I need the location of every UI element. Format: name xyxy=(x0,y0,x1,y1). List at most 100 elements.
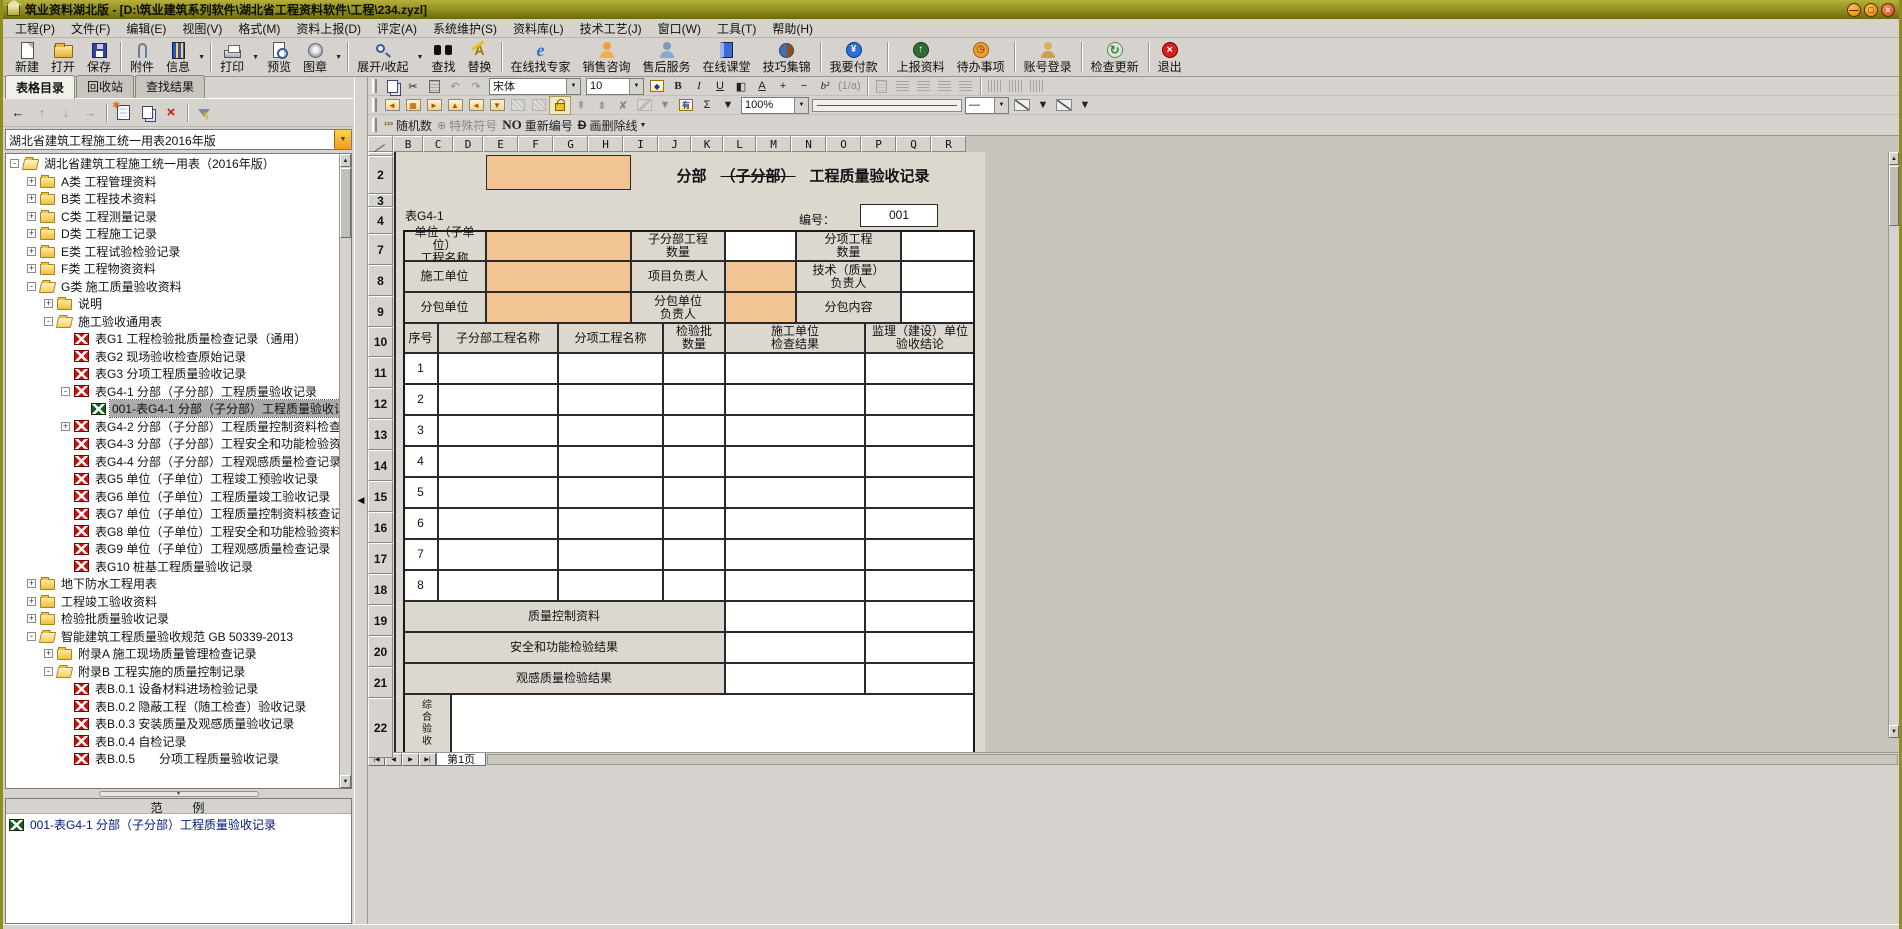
close-button[interactable]: × xyxy=(1881,3,1895,17)
menu-item-格式M[interactable]: 格式(M) xyxy=(230,19,288,38)
column-header-L[interactable]: L xyxy=(723,136,756,152)
column-header-J[interactable]: J xyxy=(658,136,691,152)
打开-button[interactable]: 打开 xyxy=(45,39,81,75)
在线找专家-button[interactable]: e在线找专家 xyxy=(505,39,577,75)
form-table-cell[interactable] xyxy=(558,415,663,446)
tab-查找结果[interactable]: 查找结果 xyxy=(135,75,205,98)
serial-number-cell[interactable]: 1 xyxy=(403,353,438,384)
diagonal-border-dropdown-1-button[interactable]: ▼ xyxy=(1033,97,1053,114)
tree-item[interactable]: -湖北省建筑工程施工统一用表（2016年版） xyxy=(6,155,339,173)
menu-item-编辑E[interactable]: 编辑(E) xyxy=(118,19,174,38)
tree-item[interactable]: -智能建筑工程质量验收规范 GB 50339-2013 xyxy=(6,628,339,646)
chevron-down-icon[interactable]: ▼ xyxy=(637,122,648,129)
form-label-cell[interactable]: 序号 xyxy=(403,323,438,353)
tree-item[interactable]: 表G4-3 分部（子分部）工程安全和功能检验资料核查和 xyxy=(6,435,339,453)
form-table-cell[interactable] xyxy=(438,570,558,601)
new-table-button[interactable] xyxy=(112,102,134,124)
vertical-scrollbar[interactable]: ▲ ▼ xyxy=(1888,152,1899,738)
售后服务-button[interactable]: 售后服务 xyxy=(637,39,697,75)
form-table-cell[interactable] xyxy=(558,477,663,508)
scroll-up-icon[interactable]: ▲ xyxy=(1889,152,1899,165)
替换-button[interactable]: A替换 xyxy=(461,39,497,75)
cell-split-vertical-button[interactable]: ▲ xyxy=(445,97,465,114)
form-table-cell[interactable] xyxy=(663,353,725,384)
row-header-17[interactable]: 17 xyxy=(368,543,393,574)
tree-item[interactable]: -附录B 工程实施的质量控制记录 xyxy=(6,663,339,681)
copy-button[interactable] xyxy=(382,78,402,95)
collapse-icon[interactable]: - xyxy=(27,282,36,291)
form-label-cell[interactable]: 分项工程 数量 xyxy=(796,230,901,261)
form-table-cell[interactable] xyxy=(865,570,975,601)
row-header-21[interactable]: 21 xyxy=(368,667,393,698)
tree-item[interactable]: -表G4-1 分部（子分部）工程质量验收记录 xyxy=(6,383,339,401)
form-label-cell[interactable]: 技术（质量） 负责人 xyxy=(796,261,901,292)
row-header-2[interactable]: 2 xyxy=(368,156,393,194)
tab-回收站[interactable]: 回收站 xyxy=(76,75,134,98)
账号登录-button[interactable]: 账号登录 xyxy=(1018,39,1078,75)
form-table-cell[interactable] xyxy=(865,508,975,539)
scroll-up-icon[interactable]: ▲ xyxy=(340,154,351,167)
cell-split-row-button[interactable]: ▦ xyxy=(403,97,423,114)
tree-item[interactable]: 表G8 单位（子单位）工程安全和功能检验资料核查及主 xyxy=(6,523,339,541)
form-label-cell[interactable]: 观感质量检验结果 xyxy=(403,663,725,694)
form-table-cell[interactable] xyxy=(865,415,975,446)
form-table-cell[interactable] xyxy=(558,508,663,539)
form-table-cell[interactable] xyxy=(558,570,663,601)
查找-button[interactable]: 查找 xyxy=(425,39,461,75)
form-table-cell[interactable] xyxy=(663,384,725,415)
serial-number-cell[interactable]: 8 xyxy=(403,570,438,601)
menu-item-工具T[interactable]: 工具(T) xyxy=(709,19,764,38)
horizontal-scrollbar-track[interactable] xyxy=(487,754,1898,765)
random-number-button[interactable]: ¹²³随机数 xyxy=(382,117,434,134)
form-table-cell[interactable] xyxy=(725,353,865,384)
form-input-cell-orange[interactable] xyxy=(486,261,631,292)
tree-item[interactable]: +工程竣工验收资料 xyxy=(6,593,339,611)
menu-item-评定A[interactable]: 评定(A) xyxy=(369,19,425,38)
last-page-button[interactable]: ▶| xyxy=(419,753,436,766)
tree-item[interactable]: 表B.0.3 安装质量及观感质量验收记录 xyxy=(6,715,339,733)
form-table-cell[interactable] xyxy=(663,508,725,539)
技巧集锦-button[interactable]: 技巧集锦 xyxy=(757,39,817,75)
form-label-cell[interactable]: 综 合 验 收 xyxy=(403,694,451,752)
form-input-cell[interactable] xyxy=(451,694,975,752)
form-table-cell[interactable] xyxy=(865,446,975,477)
tree-item[interactable]: 表G9 单位（子单位）工程观感质量检查记录 xyxy=(6,540,339,558)
expand-icon[interactable]: + xyxy=(44,299,53,308)
collapse-icon[interactable]: - xyxy=(27,632,36,641)
退出-button[interactable]: ×退出 xyxy=(1152,39,1188,75)
tree-item[interactable]: +说明 xyxy=(6,295,339,313)
form-table-cell[interactable] xyxy=(663,570,725,601)
form-table-cell[interactable] xyxy=(725,446,865,477)
superscript-button[interactable]: b² xyxy=(815,78,835,95)
line-style-combo[interactable]: —▼ xyxy=(965,97,1009,114)
renumber-button[interactable]: NO重新编号 xyxy=(500,117,575,134)
menu-item-帮助H[interactable]: 帮助(H) xyxy=(764,19,821,38)
menu-item-视图V[interactable]: 视图(V) xyxy=(174,19,230,38)
template-combo[interactable]: 湖北省建筑工程施工统一用表2016年版 ▼ xyxy=(5,129,352,150)
row-header-20[interactable]: 20 xyxy=(368,636,393,667)
row-header-16[interactable]: 16 xyxy=(368,512,393,543)
serial-number-cell[interactable]: 6 xyxy=(403,508,438,539)
expand-icon[interactable]: + xyxy=(27,614,36,623)
tree-item[interactable]: 表B.0.1 设备材料进场检验记录 xyxy=(6,680,339,698)
保存-button[interactable]: 保存 xyxy=(81,39,117,75)
检查更新-button[interactable]: ↻检查更新 xyxy=(1085,39,1145,75)
form-label-cell[interactable]: 质量控制资料 xyxy=(403,601,725,632)
column-header-R[interactable]: R xyxy=(931,136,966,152)
column-header-E[interactable]: E xyxy=(483,136,518,152)
tree-item[interactable]: +F类 工程物资资料 xyxy=(6,260,339,278)
我要付款-button[interactable]: ¥我要付款 xyxy=(824,39,884,75)
sum-dropdown-button[interactable]: ▼ xyxy=(718,97,738,114)
销售咨询-button[interactable]: 销售咨询 xyxy=(577,39,637,75)
menu-item-窗口W[interactable]: 窗口(W) xyxy=(650,19,709,38)
serial-number-cell[interactable]: 7 xyxy=(403,539,438,570)
collapse-icon[interactable]: - xyxy=(44,317,53,326)
menu-item-技术工艺J[interactable]: 技术工艺(J) xyxy=(572,19,650,38)
form-input-cell[interactable] xyxy=(865,601,975,632)
row-header-11[interactable]: 11 xyxy=(368,357,393,388)
serial-number-cell[interactable]: 5 xyxy=(403,477,438,508)
ink-color-button[interactable]: ◧ xyxy=(731,78,751,95)
row-header-22[interactable]: 22 xyxy=(368,698,393,758)
form-input-cell[interactable] xyxy=(901,261,975,292)
form-label-cell[interactable]: 分包单位 负责人 xyxy=(631,292,725,323)
